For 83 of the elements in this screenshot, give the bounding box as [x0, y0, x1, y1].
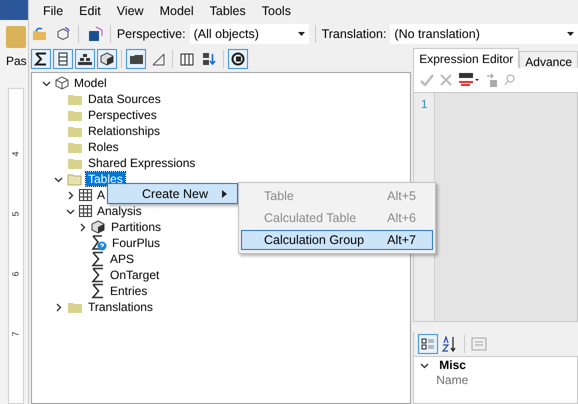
folder-icon	[67, 172, 83, 186]
sigma-icon	[91, 267, 105, 283]
perspective-dropdown[interactable]: (All objects)	[190, 24, 309, 44]
menu-item[interactable]: Tools	[254, 4, 299, 18]
menu-item[interactable]: Edit	[71, 4, 109, 18]
ruler-number: 4	[11, 152, 21, 156]
tree-item[interactable]: Model	[72, 76, 109, 90]
submenu-arrow-icon	[222, 190, 227, 198]
checkmark-icon[interactable]	[420, 74, 434, 86]
cube-icon	[55, 76, 69, 90]
dropdown-arrow-icon[interactable]	[298, 32, 305, 36]
tree-item[interactable]: Shared Expressions	[86, 156, 198, 170]
paste-label: Pas	[6, 54, 27, 68]
column-icon	[58, 52, 68, 66]
menu-item[interactable]: Tables	[202, 4, 254, 18]
folder-icon	[67, 156, 83, 170]
hierarchy-icon	[78, 53, 92, 65]
table-icon	[79, 205, 92, 217]
tree-item[interactable]: OnTarget	[108, 268, 162, 282]
view-toggle-button[interactable]	[53, 49, 73, 69]
view-toggle-button[interactable]	[97, 49, 117, 69]
folder-icon	[67, 108, 83, 122]
chevron-right-icon[interactable]	[54, 302, 62, 312]
folder-icon	[67, 300, 83, 314]
table-icon	[79, 189, 92, 201]
tree-item[interactable]: A	[95, 188, 108, 202]
menu-item[interactable]: File	[35, 4, 72, 18]
cube-icon	[100, 52, 114, 66]
chevron-down-icon[interactable]	[54, 174, 62, 184]
view-toggle-button[interactable]	[126, 49, 146, 69]
tree-item[interactable]: Partitions	[109, 220, 164, 234]
context-menu-item[interactable]: Create New	[107, 183, 238, 204]
tree-item[interactable]: Data Sources	[86, 92, 163, 106]
folder-icon	[67, 140, 83, 154]
sort-icon	[202, 52, 216, 66]
tree-item[interactable]: Perspectives	[86, 108, 159, 122]
folder-icon	[67, 124, 83, 138]
tree-item[interactable]: Entries	[108, 284, 150, 298]
formatter-icon[interactable]	[458, 72, 480, 88]
categorized-icon[interactable]	[418, 334, 438, 354]
tree-item[interactable]: Translations	[86, 300, 155, 314]
dropdown-arrow-icon[interactable]	[566, 32, 574, 36]
folder-icon	[67, 92, 83, 106]
property-name: Name	[435, 373, 470, 389]
translation-dropdown[interactable]: (No translation)	[390, 24, 578, 44]
translation-label: Translation:	[322, 27, 386, 41]
ruler-number: 7	[11, 332, 21, 336]
sigma-icon	[91, 283, 105, 299]
tree-item[interactable]: Roles	[86, 140, 121, 154]
sigma-icon	[91, 251, 105, 267]
editor-tab[interactable]: Advance	[519, 51, 578, 68]
menu-item[interactable]: Model	[152, 4, 202, 18]
sigma-question-icon	[91, 235, 107, 251]
tree-item[interactable]: APS	[108, 252, 136, 266]
view-toggle-button[interactable]	[228, 49, 248, 69]
submenu-item[interactable]: Calculation Group Alt+7	[241, 230, 433, 250]
ruler-number: 6	[11, 272, 21, 276]
menu-item[interactable]: View	[108, 4, 152, 18]
line-number: 1	[420, 97, 428, 111]
chevron-down-icon[interactable]	[420, 360, 430, 370]
chevron-right-icon[interactable]	[66, 190, 74, 200]
tree-item[interactable]: FourPlus	[110, 236, 162, 250]
tree-item[interactable]: Relationships	[86, 124, 162, 138]
property-group-label: Misc	[439, 358, 466, 372]
columns-icon	[180, 52, 194, 66]
title-bar	[0, 0, 28, 20]
chevron-right-icon[interactable]	[78, 222, 86, 232]
tree-item[interactable]: Analysis	[95, 204, 144, 218]
diagonal-icon	[152, 52, 164, 66]
view-toggle-button[interactable]	[31, 49, 51, 69]
sort-alpha-icon[interactable]	[442, 336, 458, 352]
ruler-number: 5	[11, 212, 21, 216]
perspective-label: Perspective:	[116, 27, 186, 41]
chevron-down-icon[interactable]	[66, 206, 74, 216]
clipboard-icon[interactable]	[6, 26, 26, 48]
circle-icon	[231, 52, 245, 66]
view-toggle-button[interactable]	[75, 49, 95, 69]
sigma-icon	[34, 52, 48, 66]
folder-icon	[128, 53, 144, 65]
cube-icon	[91, 220, 106, 234]
tree-item[interactable]: Tables	[86, 172, 125, 186]
chevron-down-icon[interactable]	[42, 78, 50, 88]
editor-tab[interactable]: Expression Editor	[413, 48, 520, 68]
